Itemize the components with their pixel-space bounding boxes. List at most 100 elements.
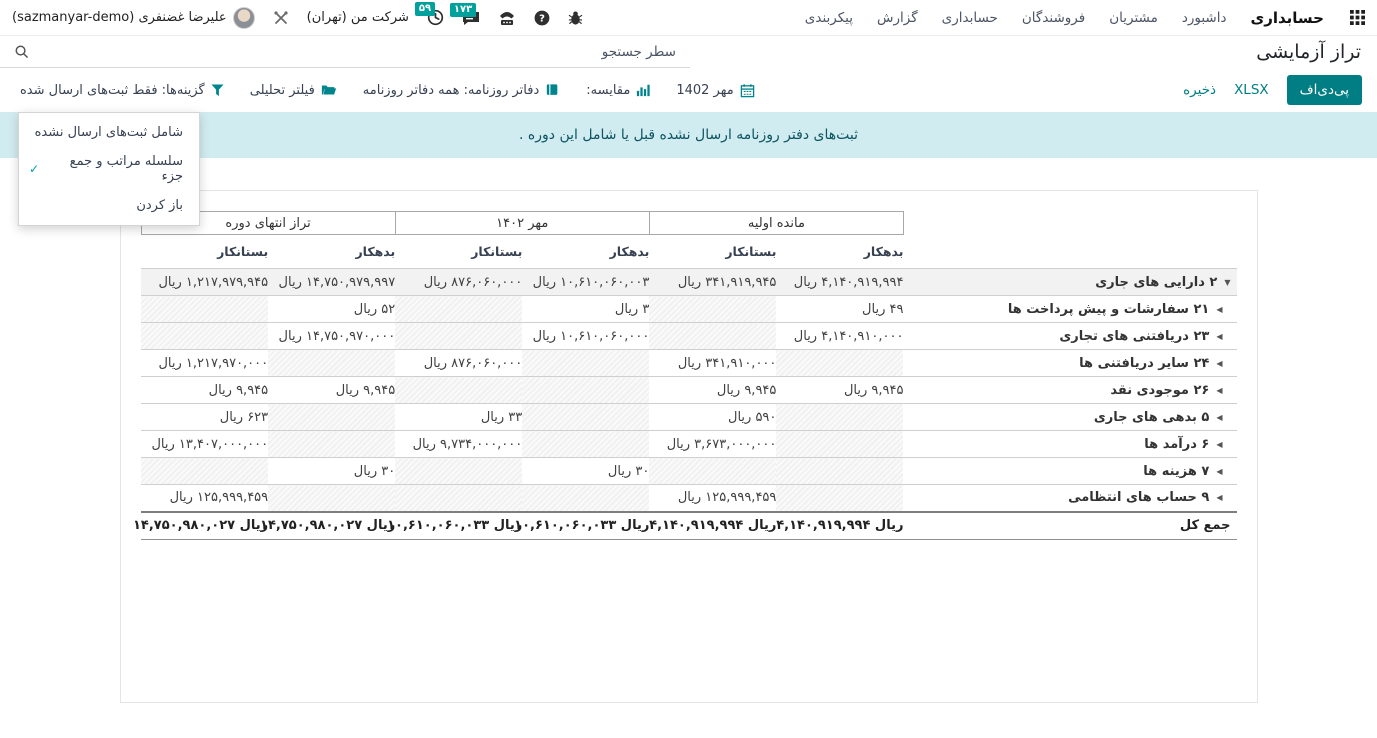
options-menu-item-0[interactable]: شامل ثبت‌های ارسال نشده bbox=[19, 118, 199, 147]
caret-left-icon[interactable]: ◀ bbox=[1216, 493, 1222, 502]
filter-funnel[interactable]: گزینه‌ها: فقط ثبت‌های ارسال شده bbox=[20, 83, 224, 98]
filter-folder[interactable]: فیلتر تحلیلی bbox=[250, 83, 337, 98]
amount-cell: ۳۴۱,۹۱۰,۰۰۰ ریال bbox=[649, 350, 776, 377]
credit-header: بستانکار bbox=[141, 235, 268, 269]
group-initial-balance: مانده اولیه bbox=[649, 212, 903, 235]
pdf-button[interactable]: پی‌دی‌اف bbox=[1287, 75, 1362, 105]
group-period: مهر ۱۴۰۲ bbox=[395, 212, 649, 235]
amount-cell bbox=[395, 377, 522, 404]
amount-cell: ۱۳,۴۰۷,۰۰۰,۰۰۰ ریال bbox=[141, 431, 268, 458]
xlsx-button[interactable]: XLSX bbox=[1234, 82, 1269, 98]
total-amount-cell: ریال ۱۰,۶۱۰,۰۶۰,۰۳۳ bbox=[395, 512, 522, 540]
amount-cell bbox=[776, 404, 903, 431]
amount-cell bbox=[522, 350, 649, 377]
menu-item-3[interactable]: حسابداری bbox=[942, 10, 998, 26]
menu-item-1[interactable]: مشتریان bbox=[1109, 10, 1158, 26]
app-name[interactable]: حسابداری bbox=[1250, 9, 1324, 27]
amount-cell: ۳۰ ریال bbox=[268, 458, 395, 485]
filter-label: فیلتر تحلیلی bbox=[250, 83, 315, 98]
column-group-header-row: مانده اولیه مهر ۱۴۰۲ تراز انتهای دوره bbox=[141, 212, 1237, 235]
save-button[interactable]: ذخیره bbox=[1183, 82, 1216, 98]
account-name-cell[interactable]: ◀۲۳ دریافتنی های تجاری bbox=[903, 323, 1236, 350]
amount-cell bbox=[522, 404, 649, 431]
total-amount-cell: ریال ۱۴,۷۵۰,۹۸۰,۰۲۷ bbox=[268, 512, 395, 540]
account-name: ۲۴ سایر دریافتنی ها bbox=[1079, 356, 1209, 371]
apps-grid-icon[interactable] bbox=[1350, 10, 1365, 25]
filter-bar-chart[interactable]: مقایسه: bbox=[586, 83, 650, 98]
search-input[interactable]: سطر جستجو bbox=[602, 44, 676, 60]
amount-cell: ۵۲ ریال bbox=[268, 296, 395, 323]
account-name: ۲۶ موجودی نقد bbox=[1110, 383, 1209, 398]
tools-icon[interactable] bbox=[273, 10, 289, 26]
account-name-cell[interactable]: ◀ ۲۶ موجودی نقد bbox=[903, 377, 1236, 404]
amount-cell bbox=[776, 350, 903, 377]
caret-left-icon[interactable]: ◀ bbox=[1216, 332, 1222, 341]
amount-cell: ۱۰,۶۱۰,۰۶۰,۰۰۰ ریال bbox=[522, 323, 649, 350]
info-banner-text: ثبت‌های دفتر روزنامه ارسال نشده قبل یا ش… bbox=[519, 127, 858, 143]
options-menu-item-2[interactable]: باز کردن bbox=[19, 191, 199, 220]
caret-down-icon[interactable]: ▼ bbox=[1224, 278, 1230, 287]
amount-cell bbox=[522, 377, 649, 404]
help-icon[interactable]: ? bbox=[534, 10, 550, 26]
total-label-cell: جمع کل bbox=[903, 512, 1236, 540]
amount-cell bbox=[268, 431, 395, 458]
menu-item-5[interactable]: پیکربندی bbox=[805, 10, 853, 26]
total-row: جمع کلریال ۴,۱۴۰,۹۱۹,۹۹۴ریال ۴,۱۴۰,۹۱۹,۹… bbox=[141, 512, 1237, 540]
messages-icon[interactable]: ۱۷۳ bbox=[462, 10, 480, 26]
filter-calendar[interactable]: مهر 1402 bbox=[676, 83, 754, 98]
filter-label: دفاتر روزنامه: همه دفاتر روزنامه bbox=[363, 83, 539, 98]
account-name-cell[interactable]: ◀ ۷ هزینه ها bbox=[903, 458, 1236, 485]
filter-label: گزینه‌ها: فقط ثبت‌های ارسال شده bbox=[20, 83, 205, 98]
account-name-cell[interactable]: ▼۲ دارایی های جاری bbox=[903, 269, 1236, 296]
caret-left-icon[interactable]: ◀ bbox=[1216, 359, 1222, 368]
search-bar[interactable]: سطر جستجو bbox=[0, 36, 690, 68]
account-name-cell[interactable]: ◀ ۲۴ سایر دریافتنی ها bbox=[903, 350, 1236, 377]
account-name: ۷ هزینه ها bbox=[1143, 464, 1209, 479]
user-menu[interactable]: علیرضا غضنفری (sazmanyar-demo) bbox=[12, 7, 255, 29]
account-name-cell[interactable]: ◀۵ بدهی های جاری bbox=[903, 404, 1236, 431]
amount-cell bbox=[649, 458, 776, 485]
caret-left-icon[interactable]: ◀ bbox=[1216, 413, 1222, 422]
total-amount-cell: ریال ۱۴,۷۵۰,۹۸۰,۰۲۷ bbox=[141, 512, 268, 540]
calendar-icon bbox=[740, 83, 755, 98]
filter-book[interactable]: دفاتر روزنامه: همه دفاتر روزنامه bbox=[363, 83, 560, 98]
amount-cell: ۵۹۰ ریال bbox=[649, 404, 776, 431]
account-name: ۶ درآمد ها bbox=[1144, 437, 1209, 452]
account-name-cell[interactable]: ◀ ۹ حساب های انتظامی bbox=[903, 485, 1236, 512]
top-navbar: حسابداری داشبورد مشتریان فروشندگان حسابداری… bbox=[0, 0, 1377, 36]
amount-cell bbox=[776, 458, 903, 485]
options-menu-item-1[interactable]: سلسله مراتب و جمع جزء✓ bbox=[19, 147, 199, 191]
amount-cell: ۳,۶۷۳,۰۰۰,۰۰۰ ریال bbox=[649, 431, 776, 458]
caret-left-icon[interactable]: ◀ bbox=[1216, 386, 1222, 395]
report-buttons: پی‌دی‌اف XLSX ذخیره bbox=[1183, 75, 1362, 105]
caret-left-icon[interactable]: ◀ bbox=[1216, 440, 1222, 449]
menu-item-2[interactable]: فروشندگان bbox=[1022, 10, 1085, 26]
amount-cell: ۴,۱۴۰,۹۱۹,۹۹۴ ریال bbox=[776, 269, 903, 296]
report-filters: مهر 1402 مقایسه: دفاتر روزنامه: همه دفاتر … bbox=[20, 83, 755, 98]
options-menu-item-label: سلسله مراتب و جمع جزء bbox=[45, 154, 183, 184]
amount-cell: ۱۲۵,۹۹۹,۴۵۹ ریال bbox=[649, 485, 776, 512]
credit-header: بستانکار bbox=[649, 235, 776, 269]
search-icon[interactable] bbox=[14, 44, 29, 59]
caret-left-icon[interactable]: ◀ bbox=[1216, 305, 1222, 314]
amount-cell: ۱,۲۱۷,۹۷۹,۹۴۵ ریال bbox=[141, 269, 268, 296]
control-panel-top: تراز آزمایشی سطر جستجو bbox=[0, 36, 1377, 68]
account-name: ۹ حساب های انتظامی bbox=[1068, 490, 1209, 505]
activities-clock-icon[interactable]: ۵۹ bbox=[427, 9, 444, 26]
bug-icon[interactable] bbox=[568, 10, 583, 26]
amount-cell bbox=[268, 485, 395, 512]
company-switcher[interactable]: شرکت من (تهران) bbox=[307, 10, 409, 25]
caret-left-icon[interactable]: ◀ bbox=[1216, 467, 1222, 476]
account-name-cell[interactable]: ◀ ۶ درآمد ها bbox=[903, 431, 1236, 458]
amount-cell bbox=[776, 431, 903, 458]
account-name-cell[interactable]: ◀۲۱ سفارشات و پیش پرداخت ها bbox=[903, 296, 1236, 323]
amount-cell: ۹,۹۴۵ ریال bbox=[776, 377, 903, 404]
amount-cell: ۸۷۶,۰۶۰,۰۰۰ ریال bbox=[395, 350, 522, 377]
menu-item-0[interactable]: داشبورد bbox=[1182, 10, 1227, 26]
amount-cell bbox=[141, 323, 268, 350]
phone-icon[interactable] bbox=[498, 10, 516, 26]
account-row-2: ◀۲۳ دریافتنی های تجاری۴,۱۴۰,۹۱۰,۰۰۰ ریال… bbox=[141, 323, 1237, 350]
menu-items: داشبورد مشتریان فروشندگان حسابداری گزارش پیکر… bbox=[805, 10, 1227, 26]
menu-item-4[interactable]: گزارش bbox=[877, 10, 918, 26]
amount-cell bbox=[522, 431, 649, 458]
